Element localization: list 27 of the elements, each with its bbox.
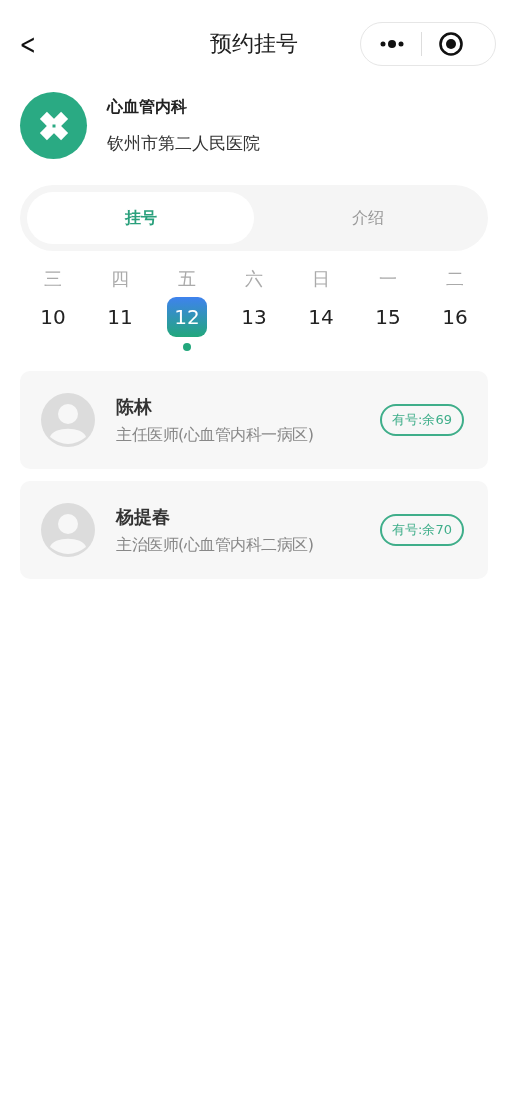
department-name: 心血管内科 [107, 96, 188, 118]
date-button[interactable]: 15 [368, 297, 408, 337]
weekday-label: 三 [44, 267, 62, 291]
date-button[interactable]: 10 [33, 297, 73, 337]
doctor-title: 主任医师(心血管内科一病区) [116, 424, 315, 446]
weekday-label: 日 [312, 267, 330, 291]
doctor-name: 杨提春 [116, 504, 171, 529]
doctor-title: 主治医师(心血管内科二病区) [116, 534, 315, 556]
weekday-label: 四 [111, 267, 129, 291]
doctor-card[interactable]: 陈林 主任医师(心血管内科一病区) 有号:余69 [20, 371, 488, 469]
weekday-label: 五 [178, 267, 196, 291]
avatar-icon [41, 503, 95, 557]
date-button[interactable]: 16 [435, 297, 475, 337]
back-button[interactable]: < [19, 27, 36, 61]
date-button[interactable]: 11 [100, 297, 140, 337]
weekday-label: 六 [245, 267, 263, 291]
avatar-icon [41, 393, 95, 447]
close-icon[interactable] [438, 31, 464, 57]
weekday-label: 二 [446, 267, 464, 291]
more-icon[interactable] [379, 40, 405, 48]
hospital-name: 钦州市第二人民医院 [107, 131, 260, 155]
doctor-name: 陈林 [116, 394, 153, 419]
page-title: 预约挂号 [209, 30, 299, 58]
doctor-card[interactable]: 杨提春 主治医师(心血管内科二病区) 有号:余70 [20, 481, 488, 579]
weekday-label: 一 [379, 267, 397, 291]
date-button[interactable]: 14 [301, 297, 341, 337]
date-button[interactable]: 13 [234, 297, 274, 337]
